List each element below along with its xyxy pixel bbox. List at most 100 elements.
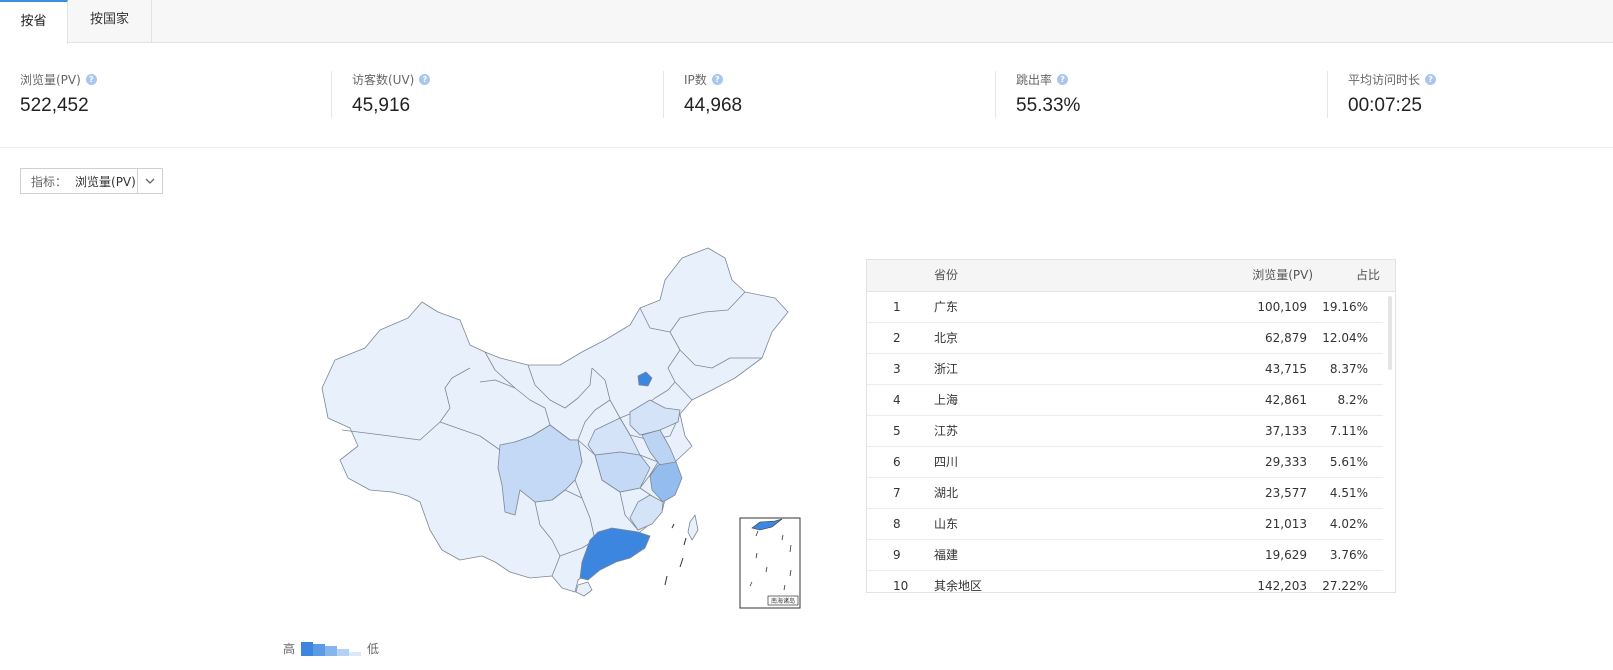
- row-share: 7.11%: [1329, 424, 1368, 438]
- kpi-visitors: 访客数(UV)? 45,916: [352, 71, 652, 121]
- table-row[interactable]: 2 北京 62,879 12.04%: [867, 323, 1383, 354]
- row-province: 江苏: [934, 424, 959, 438]
- china-map-svg: 南海诸岛: [321, 247, 801, 609]
- table-row[interactable]: 3 浙江 43,715 8.37%: [867, 354, 1383, 385]
- chevron-down-icon[interactable]: [137, 169, 162, 193]
- table-row[interactable]: 8 山东 21,013 4.02%: [867, 509, 1383, 540]
- province-table: 省份 浏览量(PV) 占比 1 广东 100,109 19.16% 2 北京 6…: [866, 259, 1396, 593]
- header-pageviews[interactable]: 浏览量(PV): [1191, 260, 1313, 291]
- kpi-divider: [995, 71, 996, 118]
- header-share[interactable]: 占比: [1325, 260, 1380, 291]
- table-row[interactable]: 7 湖北 23,577 4.51%: [867, 478, 1383, 509]
- kpi-label: 浏览量(PV): [20, 72, 81, 87]
- question-circle-icon[interactable]: ?: [85, 73, 97, 85]
- china-map: 南海诸岛: [320, 240, 810, 615]
- row-share: 5.61%: [1329, 455, 1368, 469]
- table-scrollbar[interactable]: [1388, 296, 1392, 586]
- row-province: 湖北: [934, 486, 959, 500]
- metric-selector[interactable]: 指标： 浏览量(PV): [20, 168, 163, 194]
- table-row[interactable]: 5 江苏 37,133 7.11%: [867, 416, 1383, 447]
- inset-label: 南海诸岛: [771, 597, 795, 605]
- kpi-label: 平均访问时长: [1348, 72, 1421, 87]
- row-province: 北京: [934, 331, 959, 345]
- row-pageviews: 37,133: [1265, 424, 1307, 438]
- row-pageviews: 42,861: [1265, 393, 1307, 407]
- row-rank: 8: [893, 517, 901, 531]
- kpi-summary: 浏览量(PV)? 522,452 访客数(UV)? 45,916 IP数? 44…: [0, 43, 1613, 148]
- metric-selector-prefix: 指标：: [31, 174, 68, 189]
- row-rank: 3: [893, 362, 901, 376]
- row-rank: 5: [893, 424, 901, 438]
- map-island-line: [679, 557, 684, 568]
- kpi-value: 55.33%: [1016, 95, 1081, 116]
- table-body: 1 广东 100,109 19.16% 2 北京 62,879 12.04% 3…: [867, 292, 1395, 593]
- row-province: 福建: [934, 548, 959, 562]
- row-share: 19.16%: [1322, 300, 1368, 314]
- kpi-value: 00:07:25: [1348, 95, 1422, 116]
- kpi-label: IP数: [684, 72, 707, 87]
- row-province: 其余地区: [934, 579, 983, 593]
- tab-by-province[interactable]: 按省: [0, 0, 68, 44]
- question-circle-icon[interactable]: ?: [1057, 73, 1069, 85]
- table-row[interactable]: 6 四川 29,333 5.61%: [867, 447, 1383, 478]
- kpi-value: 522,452: [20, 95, 89, 116]
- question-circle-icon[interactable]: ?: [711, 73, 723, 85]
- row-province: 上海: [934, 393, 959, 407]
- row-rank: 2: [893, 331, 901, 345]
- kpi-label: 跳出率: [1016, 72, 1053, 87]
- row-pageviews: 43,715: [1265, 362, 1307, 376]
- tab-by-country[interactable]: 按国家: [68, 0, 152, 43]
- row-rank: 7: [893, 486, 901, 500]
- map-legend: 高 低: [283, 640, 379, 657]
- map-region-taiwan: [687, 514, 699, 541]
- tab-bar: 按省 按国家: [0, 0, 1613, 44]
- kpi-divider: [1327, 71, 1328, 118]
- kpi-value: 44,968: [684, 95, 743, 116]
- row-share: 12.04%: [1322, 331, 1368, 345]
- row-rank: 9: [893, 548, 901, 562]
- question-circle-icon[interactable]: ?: [1425, 73, 1437, 85]
- table-header: 省份 浏览量(PV) 占比: [867, 260, 1395, 292]
- row-province: 广东: [934, 300, 959, 314]
- row-rank: 10: [893, 579, 909, 593]
- row-share: 27.22%: [1322, 579, 1368, 593]
- row-share: 8.2%: [1337, 393, 1369, 407]
- row-pageviews: 62,879: [1265, 331, 1307, 345]
- row-pageviews: 19,629: [1265, 548, 1307, 562]
- row-rank: 6: [893, 455, 901, 469]
- map-island-line: [671, 523, 675, 529]
- kpi-divider: [331, 71, 332, 118]
- question-circle-icon[interactable]: ?: [419, 73, 431, 85]
- table-row[interactable]: 1 广东 100,109 19.16%: [867, 292, 1383, 323]
- south-china-sea-inset: 南海诸岛: [739, 517, 801, 609]
- row-province: 四川: [934, 455, 959, 469]
- row-pageviews: 142,203: [1257, 579, 1307, 593]
- kpi-label: 访客数(UV): [352, 72, 415, 87]
- map-region-hainan: [575, 581, 593, 597]
- row-pageviews: 29,333: [1265, 455, 1307, 469]
- row-province: 浙江: [934, 362, 959, 376]
- kpi-bounce-rate: 跳出率? 55.33%: [1016, 71, 1316, 121]
- legend-low-label: 低: [367, 642, 380, 656]
- row-rank: 1: [893, 300, 901, 314]
- row-province: 山东: [934, 517, 959, 531]
- metric-selector-value: 浏览量(PV): [75, 174, 136, 189]
- row-pageviews: 23,577: [1265, 486, 1307, 500]
- table-scrollbar-thumb[interactable]: [1388, 296, 1392, 370]
- kpi-avg-duration: 平均访问时长? 00:07:25: [1348, 71, 1613, 121]
- table-row[interactable]: 4 上海 42,861 8.2%: [867, 385, 1383, 416]
- row-pageviews: 21,013: [1265, 517, 1307, 531]
- table-row[interactable]: 10 其余地区 142,203 27.22%: [867, 571, 1383, 593]
- row-share: 8.37%: [1329, 362, 1368, 376]
- row-share: 3.76%: [1329, 548, 1368, 562]
- kpi-ip-count: IP数? 44,968: [684, 71, 984, 121]
- legend-gradient: [301, 641, 362, 656]
- row-rank: 4: [893, 393, 901, 407]
- kpi-divider: [663, 71, 664, 118]
- kpi-pageviews: 浏览量(PV)? 522,452: [20, 71, 320, 121]
- header-province[interactable]: 省份: [934, 260, 958, 291]
- table-row[interactable]: 9 福建 19,629 3.76%: [867, 540, 1383, 571]
- row-share: 4.51%: [1329, 486, 1368, 500]
- row-pageviews: 100,109: [1257, 300, 1307, 314]
- map-island-line: [664, 575, 668, 586]
